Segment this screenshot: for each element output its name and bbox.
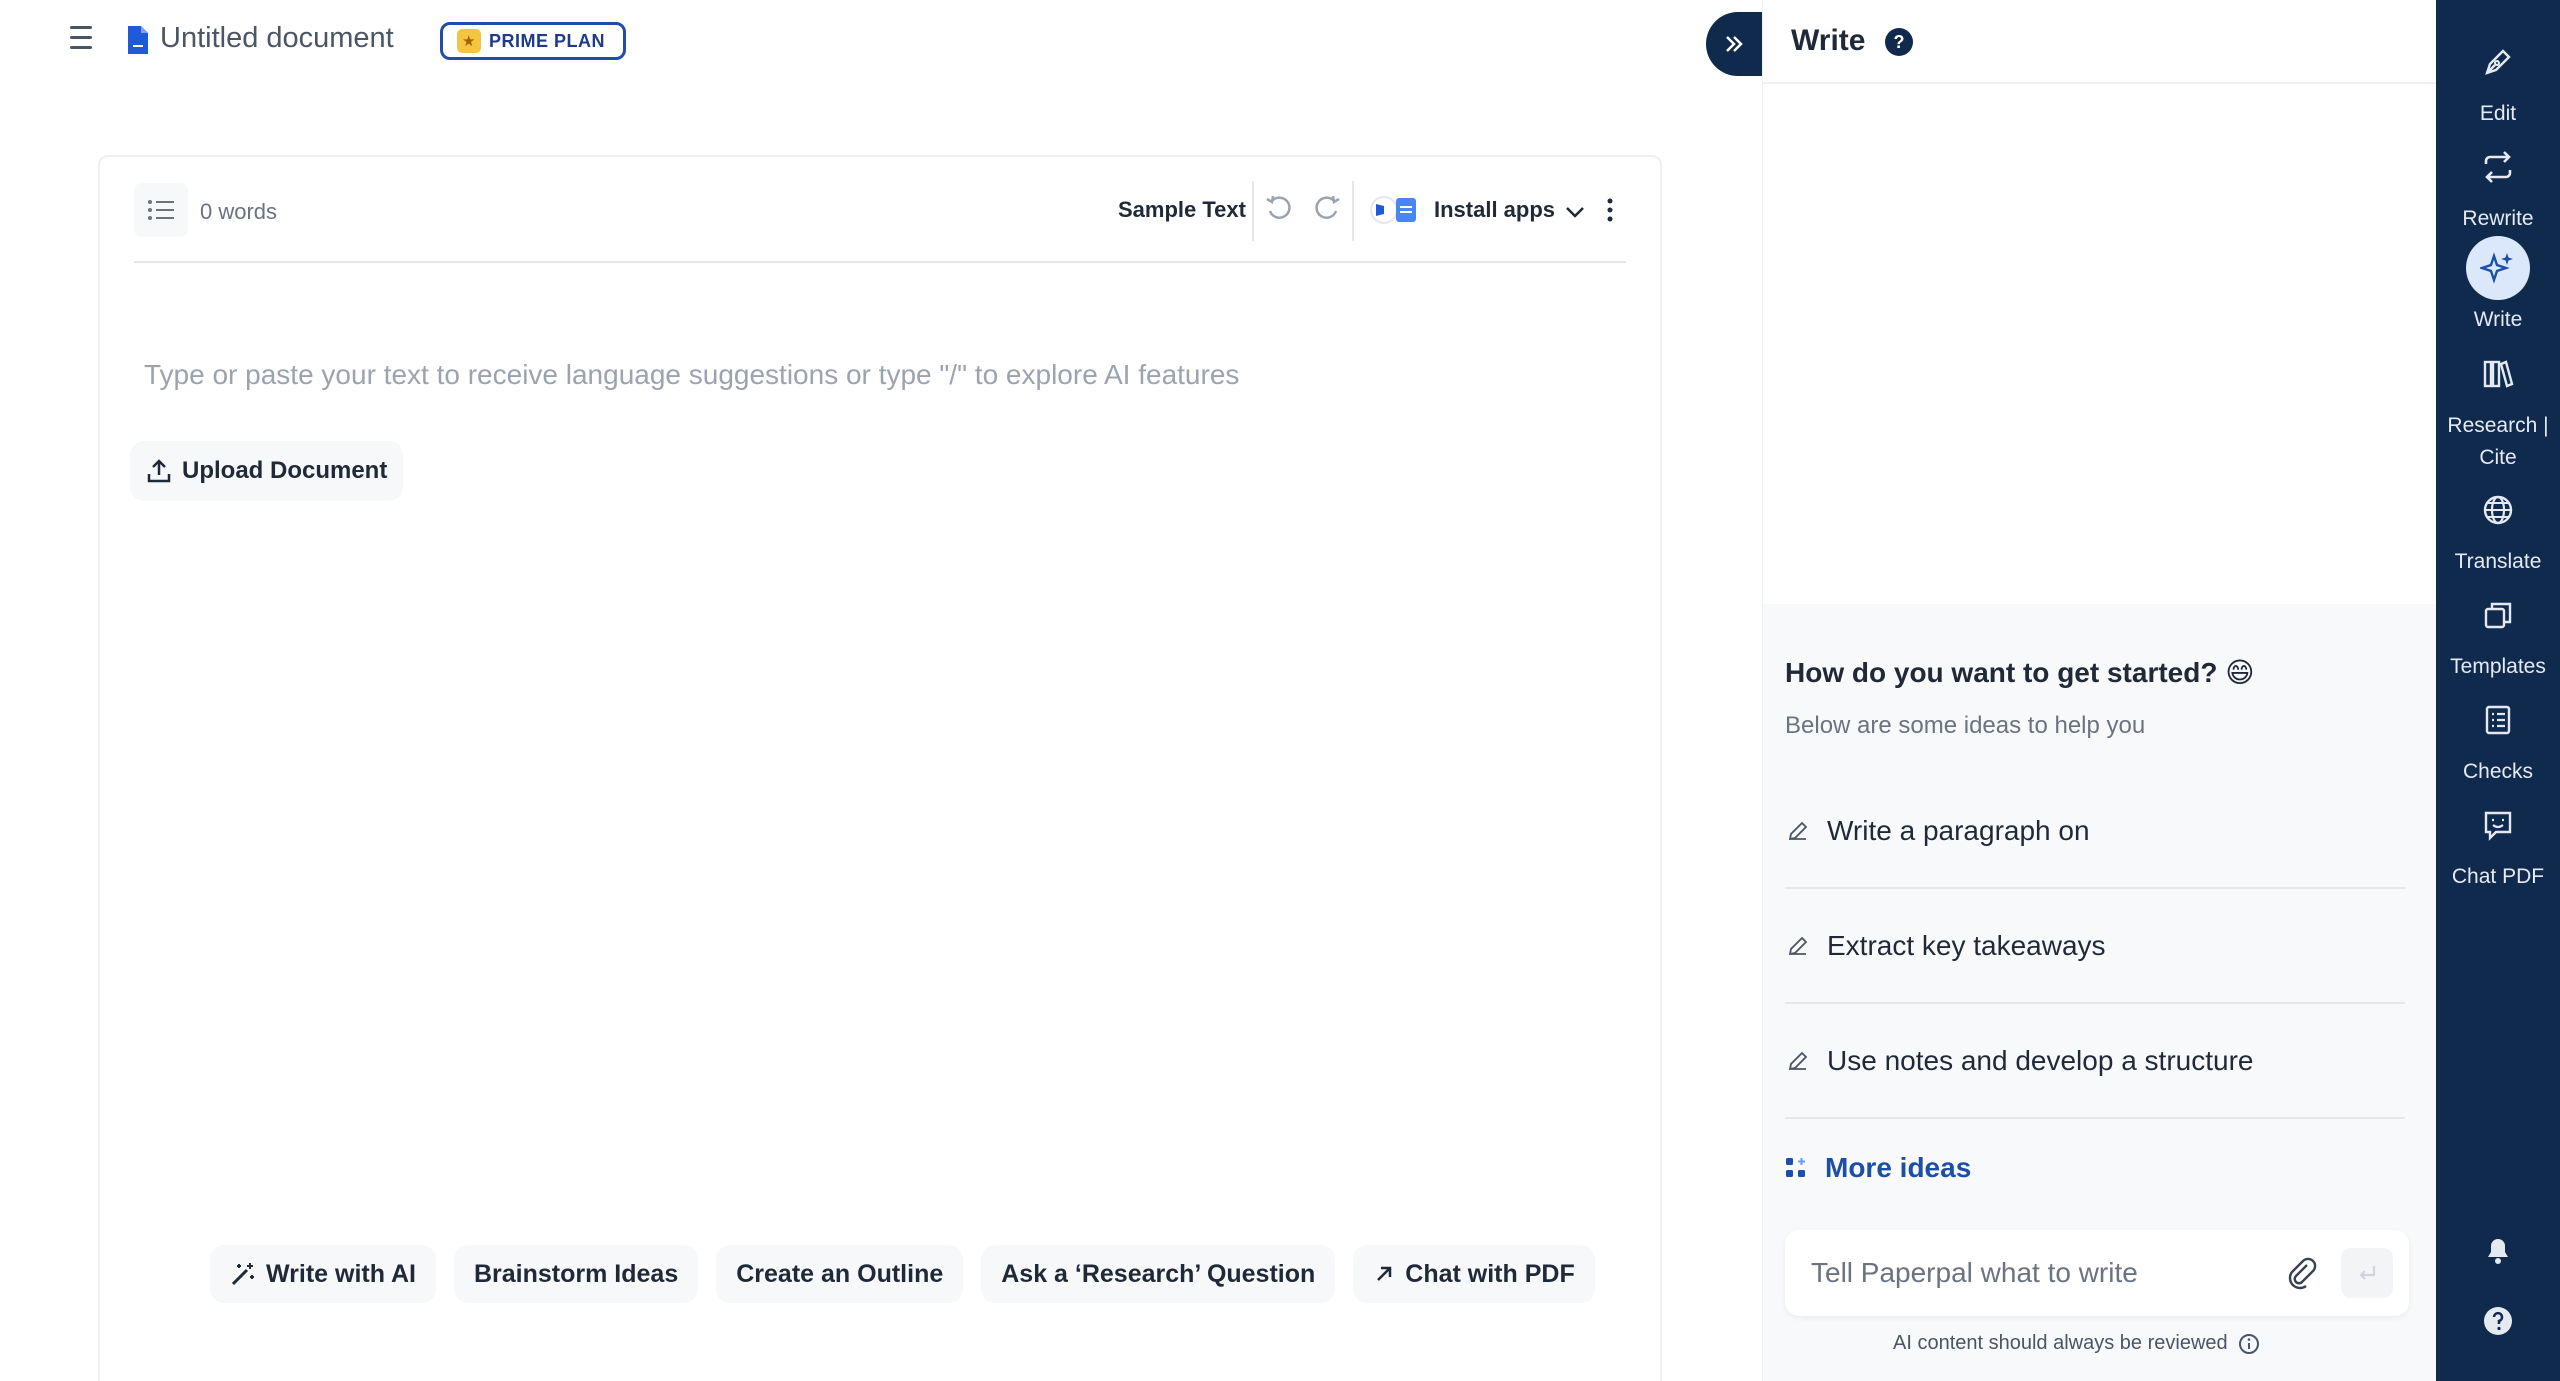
copy-icon	[2466, 583, 2530, 647]
idea-label: Extract key takeaways	[1827, 929, 2106, 961]
pencil-icon	[1788, 936, 1808, 955]
prime-plan-label: PRIME PLAN	[489, 30, 606, 51]
undo-icon[interactable]	[1264, 193, 1294, 223]
rail-item-research-cite[interactable]: Research | Cite	[2436, 342, 2560, 474]
word-count: 0 words	[200, 199, 278, 224]
upload-document-label: Upload Document	[182, 457, 388, 484]
brainstorm-ideas-label: Brainstorm Ideas	[474, 1259, 679, 1288]
rail-label: Research | Cite	[2447, 414, 2549, 469]
rail-label: Rewrite	[2462, 207, 2534, 230]
info-icon[interactable]	[2238, 1333, 2260, 1355]
quick-action-chips: Write with AI Brainstorm Ideas Create an…	[210, 1245, 1595, 1303]
star-icon: ★	[457, 29, 481, 53]
more-ideas-link[interactable]: More ideas	[1785, 1152, 1971, 1184]
idea-label: Use notes and develop a structure	[1827, 1044, 2254, 1076]
magic-wand-icon	[231, 1263, 254, 1286]
document-title[interactable]: Untitled document	[160, 22, 394, 55]
help-icon[interactable]: ?	[1885, 28, 1913, 56]
more-options-icon[interactable]	[1600, 195, 1620, 225]
rail-label: Templates	[2450, 655, 2546, 678]
rail-label: Checks	[2462, 760, 2534, 783]
collapse-panel-button[interactable]	[1706, 12, 1762, 76]
arrow-up-right-icon	[1377, 1266, 1392, 1281]
idea-item-write-paragraph[interactable]: Write a paragraph on	[1785, 774, 2405, 889]
idea-list: Write a paragraph on Extract key takeawa…	[1785, 774, 2405, 1119]
rail-item-checks[interactable]: Checks	[2436, 688, 2560, 788]
sample-text-button[interactable]: Sample Text	[1118, 197, 1246, 223]
hamburger-menu-icon[interactable]	[70, 26, 102, 54]
enter-arrow-icon	[2359, 1266, 2376, 1280]
app-integrations-icon	[1370, 196, 1416, 224]
chat-with-pdf-label: Chat with PDF	[1405, 1259, 1575, 1288]
toolbar-divider	[1352, 181, 1354, 241]
research-question-chip[interactable]: Ask a ‘Research’ Question	[981, 1245, 1336, 1303]
prime-plan-badge[interactable]: ★ PRIME PLAN	[440, 22, 627, 60]
rail-label: Chat PDF	[2451, 865, 2545, 888]
redo-icon[interactable]	[1312, 193, 1342, 223]
globe-icon	[2466, 478, 2530, 542]
top-bar: Untitled document ★ PRIME PLAN	[0, 0, 1760, 82]
get-started-subtitle: Below are some ideas to help you	[1785, 712, 2146, 739]
list-icon	[148, 200, 174, 220]
prompt-input[interactable]	[1811, 1248, 2281, 1298]
outline-list-button[interactable]	[134, 183, 188, 237]
get-started-title: How do you want to get started? 😄	[1785, 657, 2255, 688]
idea-item-extract-takeaways[interactable]: Extract key takeaways	[1785, 889, 2405, 1004]
disclaimer-text: AI content should always be reviewed	[1893, 1332, 2228, 1354]
toolbar-divider	[1252, 181, 1254, 241]
more-ideas-label: More ideas	[1825, 1152, 1972, 1183]
write-with-ai-chip[interactable]: Write with AI	[210, 1245, 436, 1303]
ai-disclaimer: AI content should always be reviewed	[1893, 1332, 2260, 1355]
editor-card: 0 words Sample Text Install apps Type or…	[98, 155, 1662, 1381]
install-apps-button[interactable]: Install apps	[1434, 197, 1555, 223]
rail-label: Translate	[2454, 550, 2542, 573]
idea-item-use-notes[interactable]: Use notes and develop a structure	[1785, 1004, 2405, 1119]
notifications-bell-icon[interactable]	[2466, 1224, 2530, 1274]
editor-placeholder[interactable]: Type or paste your text to receive langu…	[144, 359, 1239, 391]
send-button[interactable]	[2341, 1248, 2393, 1298]
repeat-icon	[2466, 135, 2530, 199]
chat-doc-icon	[2466, 793, 2530, 857]
editor-toolbar: 0 words Sample Text Install apps	[134, 181, 1626, 263]
research-question-label: Ask a ‘Research’ Question	[1001, 1259, 1316, 1288]
upload-icon	[147, 459, 171, 483]
panel-header: Write ?	[1763, 0, 2437, 84]
chevron-down-icon[interactable]	[1564, 201, 1586, 223]
prompt-box	[1785, 1230, 2409, 1316]
rail-item-templates[interactable]: Templates	[2436, 583, 2560, 683]
idea-label: Write a paragraph on	[1827, 814, 2090, 846]
pencil-icon	[1788, 821, 1808, 840]
grid-sparkle-icon	[1786, 1158, 1805, 1177]
rail-item-chat-pdf[interactable]: Chat PDF	[2436, 793, 2560, 893]
rail-item-translate[interactable]: Translate	[2436, 478, 2560, 578]
double-chevron-right-icon	[1726, 36, 1743, 52]
brainstorm-ideas-chip[interactable]: Brainstorm Ideas	[454, 1245, 699, 1303]
create-outline-label: Create an Outline	[736, 1259, 944, 1288]
books-icon	[2466, 342, 2530, 406]
rail-item-write[interactable]: Write	[2436, 236, 2560, 336]
help-icon[interactable]	[2466, 1296, 2530, 1346]
pen-nib-icon	[2466, 30, 2530, 94]
rail-label: Edit	[2479, 102, 2517, 125]
panel-title: Write	[1791, 24, 1866, 57]
chat-with-pdf-chip[interactable]: Chat with PDF	[1353, 1245, 1595, 1303]
paperclip-icon[interactable]	[2285, 1256, 2319, 1290]
rail-item-rewrite[interactable]: Rewrite	[2436, 135, 2560, 235]
upload-document-button[interactable]: Upload Document	[130, 441, 404, 501]
checklist-icon	[2466, 688, 2530, 752]
document-icon	[128, 26, 148, 54]
get-started-section: How do you want to get started? 😄 Below …	[1763, 604, 2437, 1381]
rail-label: Write	[2473, 308, 2523, 331]
write-with-ai-label: Write with AI	[266, 1259, 416, 1288]
pencil-icon	[1788, 1051, 1808, 1070]
feature-rail: Edit Rewrite Write Research | Cite Trans…	[2436, 0, 2560, 1381]
rail-item-edit[interactable]: Edit	[2436, 30, 2560, 130]
create-outline-chip[interactable]: Create an Outline	[716, 1245, 964, 1303]
sparkle-icon	[2466, 236, 2530, 300]
write-panel: Write ? How do you want to get started? …	[1762, 0, 2437, 1381]
